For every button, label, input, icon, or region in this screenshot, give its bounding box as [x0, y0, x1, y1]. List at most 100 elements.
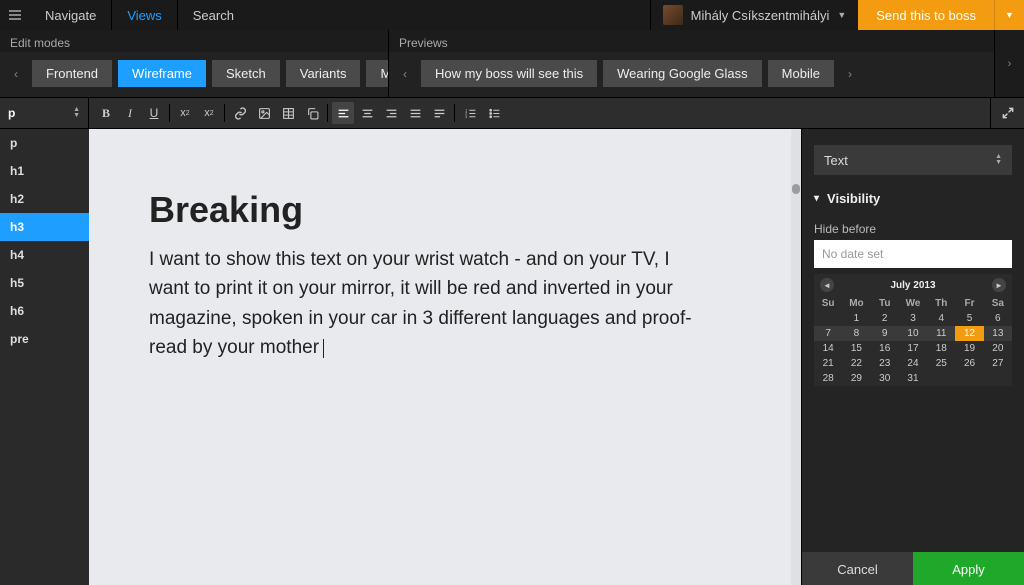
apply-button[interactable]: Apply	[913, 552, 1024, 585]
fullscreen-icon[interactable]	[990, 98, 1024, 128]
hide-before-input[interactable]: No date set	[814, 240, 1012, 268]
scroll-left-icon[interactable]: ‹	[395, 67, 415, 81]
calendar-day[interactable]: 7	[814, 326, 842, 341]
collapse-inspector-toggle[interactable]: ›	[994, 30, 1024, 97]
calendar-day-header: Tu	[871, 296, 899, 311]
nav-search[interactable]: Search	[178, 0, 249, 30]
calendar-day[interactable]: 18	[927, 341, 955, 356]
calendar-title: July 2013	[890, 280, 935, 291]
calendar-day[interactable]: 31	[899, 371, 927, 386]
image-icon[interactable]	[253, 102, 275, 124]
secondary-bars: Edit modes ‹ Frontend Wireframe Sketch V…	[0, 30, 1024, 97]
calendar-day[interactable]: 23	[871, 356, 899, 371]
calendar-day[interactable]: 2	[871, 311, 899, 326]
scroll-thumb[interactable]	[792, 184, 800, 194]
tag-option-h2[interactable]: h2	[0, 185, 89, 213]
scrollbar-vertical[interactable]	[791, 129, 801, 585]
mode-mobile[interactable]: Mobi	[366, 60, 388, 87]
scroll-right-icon[interactable]: ›	[840, 67, 860, 81]
calendar-day[interactable]: 21	[814, 356, 842, 371]
date-picker: ◄ July 2013 ► SuMoTuWeThFrSa 12345678910…	[814, 274, 1012, 386]
menu-icon[interactable]	[0, 0, 30, 30]
tag-option-p[interactable]: p	[0, 129, 89, 157]
calendar-day[interactable]: 29	[842, 371, 870, 386]
document-heading[interactable]: Breaking	[149, 189, 709, 231]
avatar	[663, 5, 683, 25]
calendar-day[interactable]: 19	[955, 341, 983, 356]
calendar-day[interactable]: 11	[927, 326, 955, 341]
calendar-day[interactable]: 5	[955, 311, 983, 326]
preview-mobile[interactable]: Mobile	[768, 60, 834, 87]
tag-option-pre[interactable]: pre	[0, 325, 89, 353]
table-icon[interactable]	[277, 102, 299, 124]
tag-option-h1[interactable]: h1	[0, 157, 89, 185]
align-right-icon[interactable]	[380, 102, 402, 124]
ordered-list-icon[interactable]: 123	[459, 102, 481, 124]
calendar-day-header: We	[899, 296, 927, 311]
unordered-list-icon[interactable]	[483, 102, 505, 124]
link-icon[interactable]	[229, 102, 251, 124]
user-menu[interactable]: Mihály Csíkszentmihályi ▼	[650, 0, 859, 30]
calendar-day[interactable]: 1	[842, 311, 870, 326]
calendar-day[interactable]: 15	[842, 341, 870, 356]
preview-glass[interactable]: Wearing Google Glass	[603, 60, 762, 87]
mode-wireframe[interactable]: Wireframe	[118, 60, 206, 87]
calendar-day[interactable]: 10	[899, 326, 927, 341]
calendar-day[interactable]: 13	[984, 326, 1012, 341]
calendar-day[interactable]: 22	[842, 356, 870, 371]
calendar-day[interactable]: 24	[899, 356, 927, 371]
bold-icon[interactable]: B	[95, 102, 117, 124]
align-left-short-icon[interactable]	[428, 102, 450, 124]
next-month-icon[interactable]: ►	[992, 278, 1006, 292]
calendar-day[interactable]: 20	[984, 341, 1012, 356]
calendar-day[interactable]: 16	[871, 341, 899, 356]
calendar-day[interactable]: 25	[927, 356, 955, 371]
prev-month-icon[interactable]: ◄	[820, 278, 834, 292]
calendar-day[interactable]: 6	[984, 311, 1012, 326]
align-justify-icon[interactable]	[404, 102, 426, 124]
send-to-boss-button[interactable]: Send this to boss	[858, 0, 994, 30]
document-body[interactable]: I want to show this text on your wrist w…	[149, 245, 709, 363]
calendar-day[interactable]: 3	[899, 311, 927, 326]
visibility-section-toggle[interactable]: ▾ Visibility	[802, 185, 1024, 212]
cancel-button[interactable]: Cancel	[802, 552, 913, 585]
inspector-type-select[interactable]: Text ▲▼	[814, 145, 1012, 175]
format-toolbar: p ▲▼ B I U x2 x2	[0, 97, 1024, 129]
calendar-day[interactable]: 28	[814, 371, 842, 386]
calendar-day-header: Su	[814, 296, 842, 311]
calendar-day[interactable]: 14	[814, 341, 842, 356]
calendar-day[interactable]: 4	[927, 311, 955, 326]
calendar-day[interactable]: 30	[871, 371, 899, 386]
subscript-icon[interactable]: x2	[174, 102, 196, 124]
preview-boss[interactable]: How my boss will see this	[421, 60, 597, 87]
tag-option-h3[interactable]: h3	[0, 213, 89, 241]
editor-canvas[interactable]: Breaking I want to show this text on you…	[89, 129, 801, 585]
superscript-icon[interactable]: x2	[198, 102, 220, 124]
calendar-day[interactable]: 8	[842, 326, 870, 341]
calendar-day-header: Th	[927, 296, 955, 311]
align-left-icon[interactable]	[332, 102, 354, 124]
align-center-icon[interactable]	[356, 102, 378, 124]
tag-option-h6[interactable]: h6	[0, 297, 89, 325]
nav-navigate[interactable]: Navigate	[30, 0, 112, 30]
calendar-day[interactable]: 12	[955, 326, 983, 341]
mode-frontend[interactable]: Frontend	[32, 60, 112, 87]
underline-icon[interactable]: U	[143, 102, 165, 124]
italic-icon[interactable]: I	[119, 102, 141, 124]
mode-sketch[interactable]: Sketch	[212, 60, 280, 87]
calendar-day[interactable]: 27	[984, 356, 1012, 371]
nav-views[interactable]: Views	[112, 0, 177, 30]
copy-icon[interactable]	[301, 102, 323, 124]
calendar-day[interactable]: 9	[871, 326, 899, 341]
tag-option-h4[interactable]: h4	[0, 241, 89, 269]
send-to-boss-dropdown[interactable]: ▼	[994, 0, 1024, 30]
scroll-left-icon[interactable]: ‹	[6, 67, 26, 81]
tag-select[interactable]: p ▲▼	[0, 98, 89, 128]
top-navbar: Navigate Views Search Mihály Csíkszentmi…	[0, 0, 1024, 30]
edit-modes-title: Edit modes	[0, 30, 388, 52]
tag-option-h5[interactable]: h5	[0, 269, 89, 297]
mode-variants[interactable]: Variants	[286, 60, 361, 87]
calendar-day[interactable]: 26	[955, 356, 983, 371]
svg-text:3: 3	[465, 114, 467, 118]
calendar-day[interactable]: 17	[899, 341, 927, 356]
